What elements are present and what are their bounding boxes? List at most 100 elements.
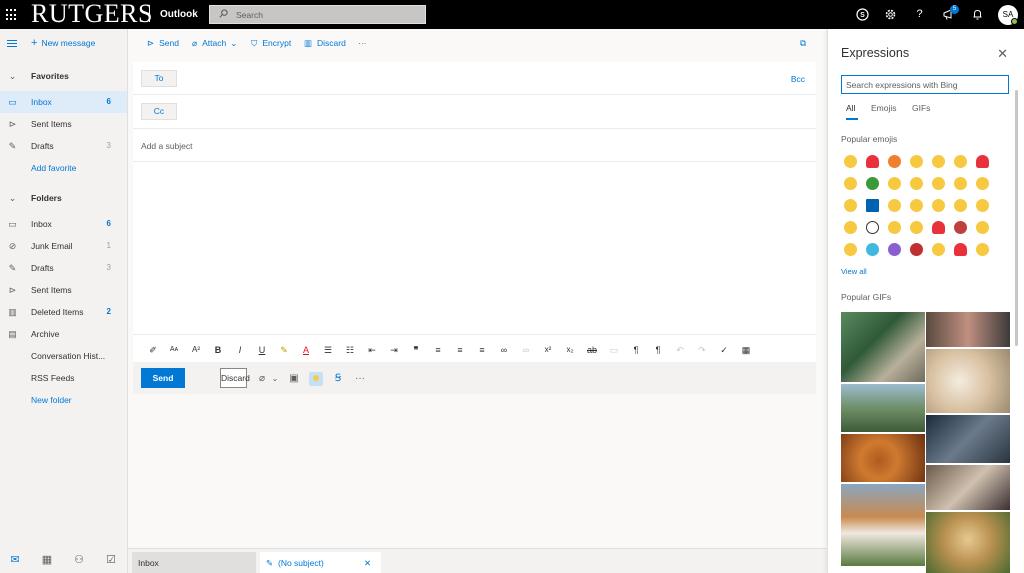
favorite-sent-items[interactable]: ⊳ Sent Items — [0, 113, 127, 135]
tab-inbox[interactable]: Inbox — [132, 552, 256, 573]
font-color-icon[interactable]: A — [300, 344, 312, 356]
decrease-indent-icon[interactable]: ⇤ — [366, 344, 378, 356]
subject-field[interactable]: Add a subject — [133, 129, 816, 162]
more-options-button[interactable]: ··· — [358, 38, 367, 48]
view-all-link[interactable]: View all — [841, 267, 867, 276]
help-icon[interactable]: ? — [913, 8, 926, 21]
favorites-header[interactable]: ⌄ Favorites — [0, 65, 127, 87]
new-folder-link[interactable]: New folder — [0, 389, 127, 411]
emoji-slight-smile-icon[interactable] — [976, 177, 989, 190]
increase-indent-icon[interactable]: ⇥ — [388, 344, 400, 356]
emoji-unamused-icon[interactable] — [954, 155, 967, 168]
numbering-icon[interactable]: ☷ — [344, 344, 356, 356]
emoji-heart-icon[interactable] — [932, 221, 945, 234]
emoji-crying-icon[interactable] — [910, 155, 923, 168]
rtl-icon[interactable]: ¶ — [652, 344, 664, 356]
emoji-kissing-icon[interactable] — [976, 243, 989, 256]
emoji-purple-heart-icon[interactable] — [888, 243, 901, 256]
favorite-inbox[interactable]: ▭ Inbox 6 — [0, 91, 127, 113]
encrypt-command[interactable]: ⛉ Encrypt — [251, 38, 291, 49]
emoji-recycle-icon[interactable] — [866, 177, 879, 190]
send-command[interactable]: ⊳ Send — [147, 38, 179, 49]
tab-emojis[interactable]: Emojis — [871, 103, 897, 113]
expressions-search[interactable] — [841, 75, 1009, 94]
emoji-grin-icon[interactable] — [888, 221, 901, 234]
spellcheck-icon[interactable]: ✓ — [718, 344, 730, 356]
emoji-broken-heart-icon[interactable] — [976, 155, 989, 168]
app-name[interactable]: Outlook — [160, 9, 198, 20]
emoji-smiling-icon[interactable] — [932, 155, 945, 168]
attach-command[interactable]: ⌀ Attach ⌄ — [192, 38, 237, 49]
emoji-victory-hand-icon[interactable] — [976, 221, 989, 234]
emoji-sweat-smile-icon[interactable] — [844, 221, 857, 234]
hamburger-menu-icon[interactable] — [7, 40, 17, 47]
editor-icon[interactable]: Ꞩ — [331, 372, 345, 386]
new-message-button[interactable]: + New message — [31, 37, 95, 51]
calendar-icon[interactable]: ▦ — [40, 553, 54, 567]
skype-icon[interactable]: S — [856, 8, 869, 21]
bcc-button[interactable]: Bcc — [791, 74, 805, 84]
folder-deleted-items[interactable]: ▥ Deleted Items 2 — [0, 301, 127, 323]
close-icon[interactable]: ✕ — [364, 558, 371, 569]
search-box[interactable]: Search — [209, 5, 426, 24]
discard-command[interactable]: ▥ Discard — [304, 38, 346, 49]
subscript-icon[interactable]: x₂ — [564, 344, 576, 356]
gif-dog[interactable] — [926, 512, 1010, 573]
emoji-heartbeat-icon[interactable] — [954, 243, 967, 256]
clear-format-icon[interactable]: ▭ — [608, 344, 620, 356]
to-row[interactable]: To Bcc — [133, 62, 816, 95]
emoji-icon[interactable]: ☻ — [309, 372, 323, 386]
align-right-icon[interactable]: ≡ — [476, 344, 488, 356]
gif-man-talking[interactable] — [926, 312, 1010, 347]
close-icon[interactable]: ✕ — [997, 46, 1008, 62]
rutgers-logo[interactable]: RUTGERS — [31, 0, 153, 29]
gif-shocked-man[interactable] — [926, 465, 1010, 510]
emoji-red-heart-icon[interactable] — [866, 155, 879, 168]
send-button[interactable]: Send — [141, 368, 185, 388]
tab-draft[interactable]: ✎ (No subject) ✕ — [260, 552, 381, 573]
gif-cat[interactable] — [926, 349, 1010, 413]
emoji-thumbs-up-icon[interactable] — [844, 199, 857, 212]
emoji-eyes-icon[interactable] — [866, 221, 879, 234]
bell-icon[interactable] — [971, 8, 984, 21]
font-size-icon[interactable]: A² — [190, 344, 202, 356]
app-launcher-icon[interactable] — [6, 9, 18, 21]
gif-celebration[interactable] — [926, 415, 1010, 463]
italic-icon[interactable]: I — [234, 344, 246, 356]
gear-icon[interactable] — [884, 8, 897, 21]
emoji-smiling-eyes-icon[interactable] — [932, 177, 945, 190]
highlight-icon[interactable]: ✎ — [278, 344, 290, 356]
folder-rss-feeds[interactable]: RSS Feeds — [0, 367, 127, 389]
people-icon[interactable]: ⚇ — [72, 553, 86, 567]
folder-inbox[interactable]: ▭ Inbox 6 — [0, 213, 127, 235]
favorite-drafts[interactable]: ✎ Drafts 3 — [0, 135, 127, 157]
emoji-laughing-icon[interactable] — [844, 155, 857, 168]
folder-conversation-history[interactable]: Conversation Hist... — [0, 345, 127, 367]
emoji-sparkles-icon[interactable] — [844, 243, 857, 256]
gif-corgi[interactable] — [841, 484, 925, 566]
emoji-grimacing-icon[interactable] — [954, 177, 967, 190]
emoji-blue-heart-icon[interactable] — [866, 243, 879, 256]
emoji-heart-eyes-icon[interactable] — [888, 155, 901, 168]
strikethrough-icon[interactable]: ab — [586, 344, 598, 356]
undo-icon[interactable]: ↶ — [674, 344, 686, 356]
bullets-icon[interactable]: ☰ — [322, 344, 334, 356]
font-icon[interactable]: Aᴀ — [168, 344, 180, 356]
gif-excited-fan[interactable] — [841, 434, 925, 482]
align-left-icon[interactable]: ≡ — [432, 344, 444, 356]
folders-header[interactable]: ⌄ Folders — [0, 187, 127, 209]
unlink-icon[interactable]: ∞ — [520, 344, 532, 356]
gif-running[interactable] — [841, 384, 925, 432]
chevron-down-icon[interactable]: ⌄ — [268, 372, 282, 386]
paperclip-icon[interactable]: ⌀ — [255, 372, 269, 386]
align-center-icon[interactable]: ≡ — [454, 344, 466, 356]
format-painter-icon[interactable]: ✐ — [147, 344, 159, 356]
discard-action[interactable]: Discard — [220, 368, 250, 388]
underline-icon[interactable]: U — [256, 344, 268, 356]
folder-archive[interactable]: ▤ Archive — [0, 323, 127, 345]
scrollbar[interactable] — [1015, 90, 1018, 346]
emoji-folded-hands-icon[interactable] — [910, 199, 923, 212]
emoji-grinning-icon[interactable] — [888, 177, 901, 190]
emoji-raising-hands-icon[interactable] — [910, 221, 923, 234]
ltr-icon[interactable]: ¶ — [630, 344, 642, 356]
